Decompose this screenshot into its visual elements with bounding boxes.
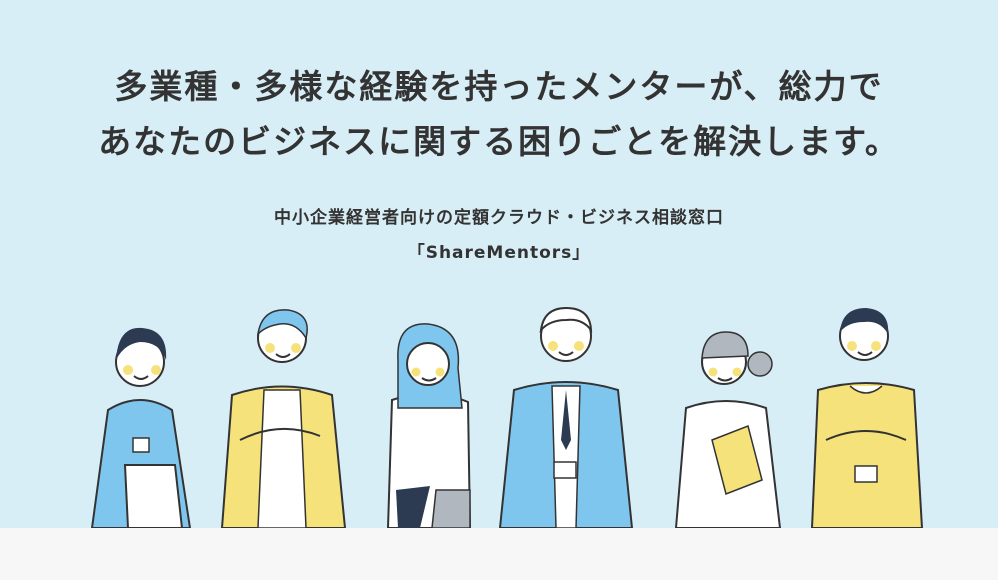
hero-subtitle-line1: 中小企業経営者向けの定額クラウド・ビジネス相談窓口 [274, 208, 724, 228]
hero-section: 多業種・多様な経験を持ったメンターが、総力で あなたのビジネスに関する困りごとを… [0, 0, 998, 528]
mentors-illustration [90, 306, 924, 528]
mentor-man-yellow-jacket [220, 309, 347, 528]
hero-headline-line1: 多業種・多様な経験を持ったメンターが、総力で [114, 67, 884, 106]
hero-headline-line2: あなたのビジネスに関する困りごとを解決します。 [98, 122, 900, 161]
bottom-band [0, 528, 998, 580]
mentor-man-yellow-sweater [810, 308, 924, 528]
hero-subtitle-line2: 「ShareMentors」 [407, 243, 591, 263]
mentor-woman-long-hair [386, 323, 472, 528]
mentor-woman-blue-shirt [90, 327, 192, 528]
mentor-man-blue-suit [498, 306, 634, 528]
mentor-woman-white-jacket [674, 331, 782, 528]
